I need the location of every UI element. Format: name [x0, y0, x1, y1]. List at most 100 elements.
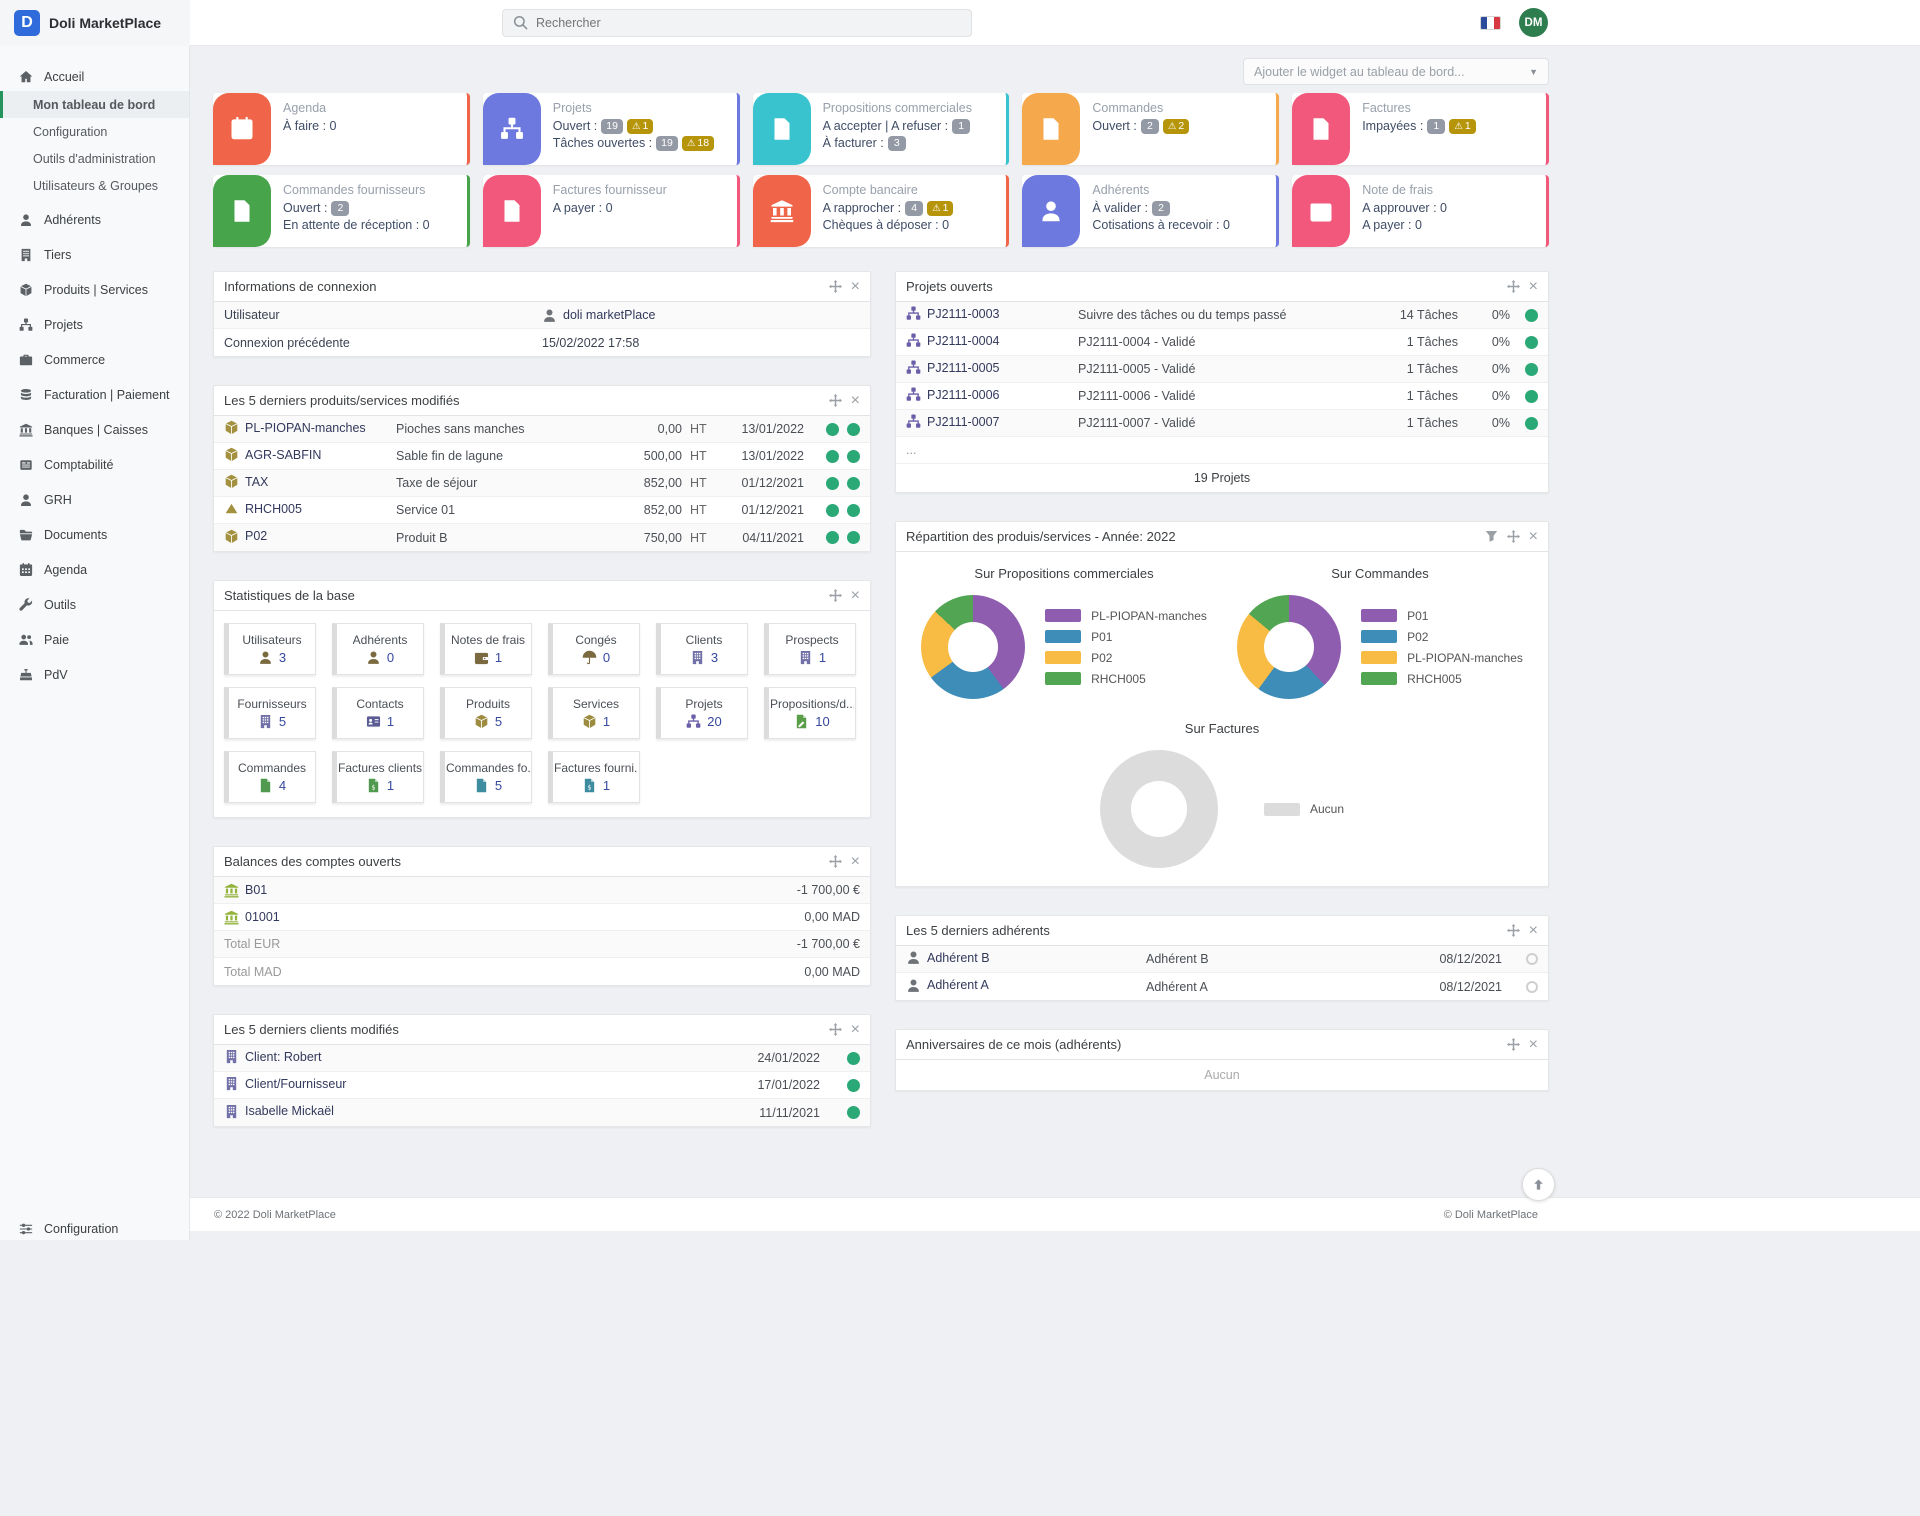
stat-tile[interactable]: Propositions/d...10 — [764, 687, 856, 739]
stat-tile[interactable]: Factures fourni...1 — [548, 751, 640, 803]
sidebar-item-agenda[interactable]: Agenda — [0, 555, 189, 584]
stat-tile[interactable]: Congés0 — [548, 623, 640, 675]
scroll-to-top-button[interactable] — [1522, 1168, 1555, 1201]
sidebar-item-mon-tableau-de-bord[interactable]: Mon tableau de bord — [0, 91, 189, 118]
move-icon[interactable] — [1507, 530, 1520, 543]
sidebar-item-commerce[interactable]: Commerce — [0, 345, 189, 374]
move-icon[interactable] — [829, 1023, 842, 1036]
stat-tile[interactable]: Produits5 — [440, 687, 532, 739]
search-input[interactable] — [536, 16, 961, 30]
close-icon[interactable]: × — [1529, 279, 1538, 295]
stat-tile[interactable]: Notes de frais1 — [440, 623, 532, 675]
sidebar-item-pdv[interactable]: PdV — [0, 660, 189, 689]
member-link[interactable]: Adhérent A — [906, 978, 989, 993]
sidebar-item-banques-caisses[interactable]: Banques | Caisses — [0, 415, 189, 444]
project-link[interactable]: PJ2111-0003 — [906, 306, 1000, 321]
widget-adherents[interactable]: Adhérents À valider :2 Cotisations à rec… — [1022, 175, 1279, 247]
stat-value: 3 — [279, 650, 286, 665]
coins-icon — [19, 388, 33, 402]
product-link[interactable]: AGR-SABFIN — [224, 447, 321, 462]
sidebar-item-outils[interactable]: Outils — [0, 590, 189, 619]
sidebar-item-configuration-bottom[interactable]: Configuration — [0, 1214, 189, 1243]
stat-tile[interactable]: Adhérents0 — [332, 623, 424, 675]
sidebar-item-outils-administration[interactable]: Outils d'administration — [0, 145, 189, 172]
stat-tile[interactable]: Contacts1 — [332, 687, 424, 739]
widget-projets[interactable]: Projets Ouvert :191 Tâches ouvertes :191… — [483, 93, 740, 165]
stat-tile[interactable]: Clients3 — [656, 623, 748, 675]
close-icon[interactable]: × — [851, 1022, 860, 1038]
project-link[interactable]: PJ2111-0006 — [906, 387, 1000, 402]
bank-account-link[interactable]: 01001 — [224, 910, 280, 925]
stat-tile[interactable]: Prospects1 — [764, 623, 856, 675]
global-search[interactable] — [502, 9, 972, 37]
sidebar-item-accueil[interactable]: Accueil — [0, 62, 189, 91]
widget-propositions[interactable]: Propositions commerciales A accepter | A… — [753, 93, 1010, 165]
client-link[interactable]: Client/Fournisseur — [224, 1076, 346, 1091]
chart-legend: Aucun — [1264, 802, 1344, 816]
move-icon[interactable] — [829, 394, 842, 407]
service-link[interactable]: RHCH005 — [224, 501, 302, 516]
sidebar-item-grh[interactable]: GRH — [0, 485, 189, 514]
stat-tile[interactable]: Services1 — [548, 687, 640, 739]
close-icon[interactable]: × — [851, 393, 860, 409]
move-icon[interactable] — [829, 855, 842, 868]
move-icon[interactable] — [1507, 924, 1520, 937]
logo-icon: D — [14, 10, 40, 36]
stat-label: Adhérents — [353, 633, 408, 647]
close-icon[interactable]: × — [851, 279, 860, 295]
sidebar-item-utilisateurs-groupes[interactable]: Utilisateurs & Groupes — [0, 172, 189, 199]
stat-tile[interactable]: Commandes fo...5 — [440, 751, 532, 803]
filter-icon[interactable] — [1485, 530, 1498, 543]
close-icon[interactable]: × — [1529, 923, 1538, 939]
sidebar-item-projets[interactable]: Projets — [0, 310, 189, 339]
sidebar-item-configuration[interactable]: Configuration — [0, 118, 189, 145]
sidebar-item-tiers[interactable]: Tiers — [0, 240, 189, 269]
stat-tile[interactable]: Commandes4 — [224, 751, 316, 803]
widget-commandes-fournisseurs[interactable]: Commandes fournisseurs Ouvert :2 En atte… — [213, 175, 470, 247]
building-icon — [258, 714, 273, 729]
stat-tile[interactable]: Fournisseurs5 — [224, 687, 316, 739]
client-link[interactable]: Isabelle Mickaël — [224, 1104, 334, 1119]
stat-label: Factures clients — [338, 761, 422, 775]
wallet-icon — [474, 650, 489, 665]
close-icon[interactable]: × — [851, 588, 860, 604]
user-avatar[interactable]: DM — [1519, 8, 1548, 37]
bank-account-link[interactable]: B01 — [224, 883, 267, 898]
stat-tile[interactable]: Projets20 — [656, 687, 748, 739]
sidebar-item-paie[interactable]: Paie — [0, 625, 189, 654]
move-icon[interactable] — [829, 589, 842, 602]
stat-tile[interactable]: Factures clients1 — [332, 751, 424, 803]
close-icon[interactable]: × — [851, 854, 860, 870]
widget-agenda[interactable]: Agenda À faire : 0 — [213, 93, 470, 165]
language-flag-fr[interactable] — [1480, 16, 1501, 30]
project-link[interactable]: PJ2111-0004 — [906, 333, 1000, 348]
app-logo[interactable]: D Doli MarketPlace — [0, 0, 190, 46]
project-link[interactable]: PJ2111-0007 — [906, 414, 1000, 429]
move-icon[interactable] — [829, 280, 842, 293]
add-widget-select[interactable]: Ajouter le widget au tableau de bord... … — [1243, 58, 1549, 85]
product-link[interactable]: P02 — [224, 529, 267, 544]
sidebar-item-facturation-paiement[interactable]: Facturation | Paiement — [0, 380, 189, 409]
legend-swatch — [1045, 651, 1081, 664]
widget-factures[interactable]: Factures Impayées :11 — [1292, 93, 1549, 165]
stat-tile[interactable]: Utilisateurs3 — [224, 623, 316, 675]
widget-factures-fournisseur[interactable]: Factures fournisseur A payer : 0 — [483, 175, 740, 247]
sidebar-item-comptabilite[interactable]: Comptabilité — [0, 450, 189, 479]
product-link[interactable]: TAX — [224, 474, 268, 489]
close-icon[interactable]: × — [1529, 529, 1538, 545]
client-link[interactable]: Client: Robert — [224, 1049, 321, 1064]
widget-commandes[interactable]: Commandes Ouvert :22 — [1022, 93, 1279, 165]
sidebar-item-adherents[interactable]: Adhérents — [0, 205, 189, 234]
sidebar-item-documents[interactable]: Documents — [0, 520, 189, 549]
project-link[interactable]: PJ2111-0005 — [906, 360, 1000, 375]
product-link[interactable]: PL-PIOPAN-manches — [224, 420, 366, 435]
move-icon[interactable] — [1507, 280, 1520, 293]
close-icon[interactable]: × — [1529, 1037, 1538, 1053]
user-link[interactable]: doli marketPlace — [542, 308, 655, 323]
member-link[interactable]: Adhérent B — [906, 950, 990, 965]
widget-note-de-frais[interactable]: Note de frais A approuver : 0 A payer : … — [1292, 175, 1549, 247]
widget-compte-bancaire[interactable]: Compte bancaire A rapprocher :41 Chèques… — [753, 175, 1010, 247]
move-icon[interactable] — [1507, 1038, 1520, 1051]
sidebar-item-produits-services[interactable]: Produits | Services — [0, 275, 189, 304]
stat-label: Propositions/d... — [770, 697, 854, 711]
